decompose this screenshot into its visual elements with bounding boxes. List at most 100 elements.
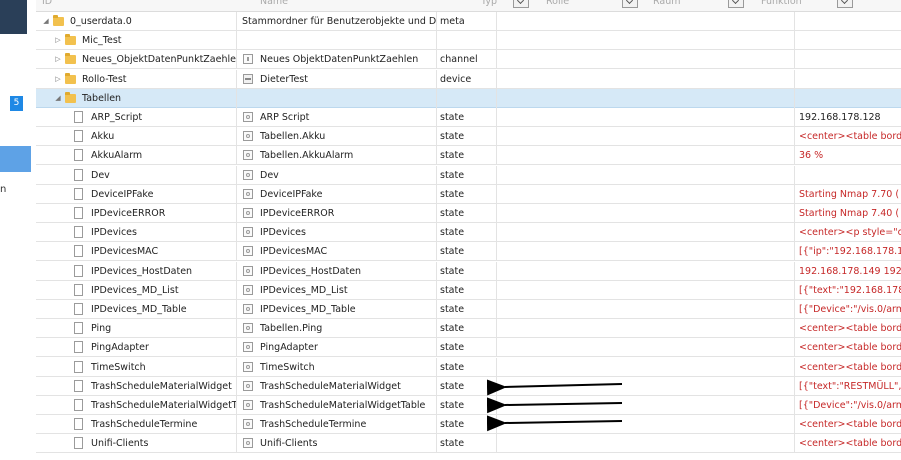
row-role-room-function-cell bbox=[496, 88, 795, 108]
tree-row[interactable]: IPDevices_MD_Table IPDevices_MD_Table stat… bbox=[36, 300, 901, 319]
header-role[interactable]: Rolle bbox=[546, 0, 569, 10]
notification-badge[interactable]: 5 bbox=[10, 96, 23, 111]
row-name-cell: IPDevices bbox=[236, 223, 437, 243]
tree-row[interactable]: ▷ Neues_ObjektDatenPunktZaehlen Neues Obje… bbox=[36, 50, 901, 70]
row-id-cell: IPDevices_HostDaten bbox=[36, 262, 236, 281]
row-id-cell: AkkuAlarm bbox=[36, 146, 236, 165]
row-value-cell[interactable]: [{"Device":"/vis.0/armi bbox=[794, 300, 901, 319]
row-value-cell[interactable]: <center><table borde bbox=[794, 415, 901, 435]
row-id-cell: TrashScheduleMaterialWidget bbox=[36, 377, 236, 396]
row-id-cell: PingAdapter bbox=[36, 338, 236, 357]
row-value-cell[interactable]: [{"text":"192.168.178.14 bbox=[794, 280, 901, 300]
column-header-row: ID Name Typ Rolle Raum Funktion bbox=[36, 0, 901, 12]
state-icon bbox=[243, 380, 253, 391]
row-type-cell: state bbox=[436, 261, 496, 281]
row-name-cell: Tabellen.AkkuAlarm bbox=[236, 146, 437, 166]
tree-row[interactable]: ARP_Script ARP Script state 192.168.178.128 bbox=[36, 108, 901, 127]
room-filter-dropdown[interactable] bbox=[728, 0, 744, 8]
nav-header-block[interactable] bbox=[0, 0, 27, 34]
expand-icon[interactable]: ▷ bbox=[54, 31, 62, 50]
row-name-label: Unifi-Clients bbox=[260, 438, 318, 450]
tree-row[interactable]: ◢ 0_userdata.0 Stammordner für Benutzerobj… bbox=[36, 12, 901, 31]
row-value-cell[interactable] bbox=[794, 50, 901, 70]
row-role-room-function-cell bbox=[496, 127, 795, 147]
tree-row[interactable]: TrashScheduleMaterialWidget TrashSchedule… bbox=[36, 376, 901, 396]
tree-row[interactable]: IPDevices_HostDaten IPDevices_HostDaten st… bbox=[36, 261, 901, 281]
nav-item-active[interactable] bbox=[0, 146, 31, 172]
tree-row[interactable]: Dev Dev state bbox=[36, 165, 901, 185]
tree-row[interactable]: DeviceIPFake DeviceIPFake state Starting Nm… bbox=[36, 184, 901, 204]
row-name-cell: DieterTest bbox=[236, 69, 437, 89]
tree-row[interactable]: Ping Tabellen.Ping state <center><table bor… bbox=[36, 319, 901, 339]
row-value-cell[interactable]: [{"ip":"192.168.178.1"," bbox=[794, 242, 901, 262]
row-name-label: IPDeviceERROR bbox=[260, 208, 335, 219]
row-type-cell: state bbox=[436, 242, 496, 262]
row-value-cell[interactable] bbox=[794, 12, 901, 31]
tree-row[interactable]: PingAdapter PingAdapter state <center><tabl… bbox=[36, 338, 901, 358]
header-function[interactable]: Funktion bbox=[761, 0, 802, 10]
collapse-icon[interactable]: ◢ bbox=[42, 12, 50, 31]
tree-row[interactable]: ◢ Tabellen bbox=[36, 88, 901, 108]
row-value-cell[interactable]: [{"Device":"/vis.0/armi bbox=[794, 396, 901, 415]
state-icon bbox=[243, 265, 253, 276]
header-room[interactable]: Raum bbox=[653, 0, 681, 10]
row-value-cell[interactable] bbox=[794, 88, 901, 108]
tree-row[interactable]: Unifi-Clients Unifi-Clients state <center><… bbox=[36, 434, 901, 454]
row-name-cell: Dev bbox=[236, 165, 437, 185]
tree-row[interactable]: TrashScheduleMaterialWidgetTable TrashSch… bbox=[36, 396, 901, 415]
tree-row[interactable]: Akku Tabellen.Akku state <center><table bor… bbox=[36, 127, 901, 147]
row-id-cell: DeviceIPFake bbox=[36, 185, 236, 204]
tree-row[interactable]: IPDeviceERROR IPDeviceERROR state Starting … bbox=[36, 204, 901, 223]
row-value-cell[interactable] bbox=[794, 69, 901, 89]
tree-row[interactable]: TimeSwitch TimeSwitch state <center><table … bbox=[36, 357, 901, 377]
row-value-cell[interactable]: <center><table borde bbox=[794, 319, 901, 339]
row-id-label: IPDevices bbox=[91, 227, 137, 239]
tree-row[interactable]: IPDevices_MD_List IPDevices_MD_List state [… bbox=[36, 280, 901, 300]
row-id-label: IPDevices_MD_List bbox=[91, 284, 179, 296]
role-filter-dropdown[interactable] bbox=[622, 0, 638, 8]
row-id-label: IPDevices_MD_Table bbox=[91, 304, 187, 315]
row-value-cell[interactable]: <center><table borde bbox=[794, 338, 901, 358]
tree-row[interactable]: TrashScheduleTermine TrashScheduleTermine… bbox=[36, 415, 901, 435]
tree-row[interactable]: IPDevices IPDevices state <center><p style=… bbox=[36, 223, 901, 243]
header-type[interactable]: Typ bbox=[481, 0, 497, 10]
row-value-cell[interactable]: [{"text":"RESTMÜLL","s bbox=[794, 376, 901, 396]
header-name[interactable]: Name bbox=[260, 0, 288, 10]
row-value-cell[interactable]: <center><table borde bbox=[794, 357, 901, 377]
file-icon bbox=[74, 399, 83, 411]
file-icon bbox=[74, 418, 83, 431]
row-value-cell[interactable]: <center><p style="co bbox=[794, 223, 901, 243]
row-type-cell: state bbox=[436, 434, 496, 454]
nav-label-fragment: n bbox=[0, 184, 7, 195]
row-role-room-function-cell bbox=[496, 415, 795, 435]
row-id-label: TrashScheduleMaterialWidget bbox=[91, 380, 232, 392]
expand-icon[interactable]: ▷ bbox=[54, 50, 62, 69]
function-filter-dropdown[interactable] bbox=[837, 0, 853, 8]
row-value-cell[interactable]: 192.168.178.128 bbox=[794, 108, 901, 127]
row-name-label: TrashScheduleMaterialWidgetTable bbox=[260, 400, 426, 411]
row-id-label: IPDeviceERROR bbox=[91, 208, 166, 219]
row-value-cell[interactable]: <center><table borde bbox=[794, 127, 901, 147]
row-role-room-function-cell bbox=[496, 261, 795, 281]
row-name-cell: TimeSwitch bbox=[236, 357, 437, 377]
row-role-room-function-cell bbox=[496, 434, 795, 454]
row-value-cell[interactable] bbox=[794, 165, 901, 185]
expand-icon[interactable]: ▷ bbox=[54, 70, 62, 89]
row-value-cell[interactable] bbox=[794, 31, 901, 51]
row-id-label: PingAdapter bbox=[91, 342, 149, 354]
row-id-cell: ▷ Neues_ObjektDatenPunktZaehlen bbox=[36, 50, 236, 69]
row-value-cell[interactable]: 192.168.178.149 192.16 bbox=[794, 261, 901, 281]
row-value-cell[interactable]: Starting Nmap 7.40 ( h bbox=[794, 204, 901, 223]
row-value-cell[interactable]: Starting Nmap 7.70 ( h bbox=[794, 184, 901, 204]
tree-row[interactable]: ▷ Mic_Test bbox=[36, 31, 901, 51]
collapse-icon[interactable]: ◢ bbox=[54, 89, 62, 108]
tree-row[interactable]: ▷ Rollo-Test DieterTest device bbox=[36, 69, 901, 89]
row-value-cell[interactable]: <center><table borde bbox=[794, 434, 901, 454]
tree-row[interactable]: AkkuAlarm Tabellen.AkkuAlarm state 36 % bbox=[36, 146, 901, 166]
header-id[interactable]: ID bbox=[42, 0, 52, 10]
type-filter-dropdown[interactable] bbox=[513, 0, 529, 8]
row-value-cell[interactable]: 36 % bbox=[794, 146, 901, 166]
row-role-room-function-cell bbox=[496, 204, 795, 223]
row-type-cell: state bbox=[436, 357, 496, 377]
tree-row[interactable]: IPDevicesMAC IPDevicesMAC state [{"ip":"192… bbox=[36, 242, 901, 262]
